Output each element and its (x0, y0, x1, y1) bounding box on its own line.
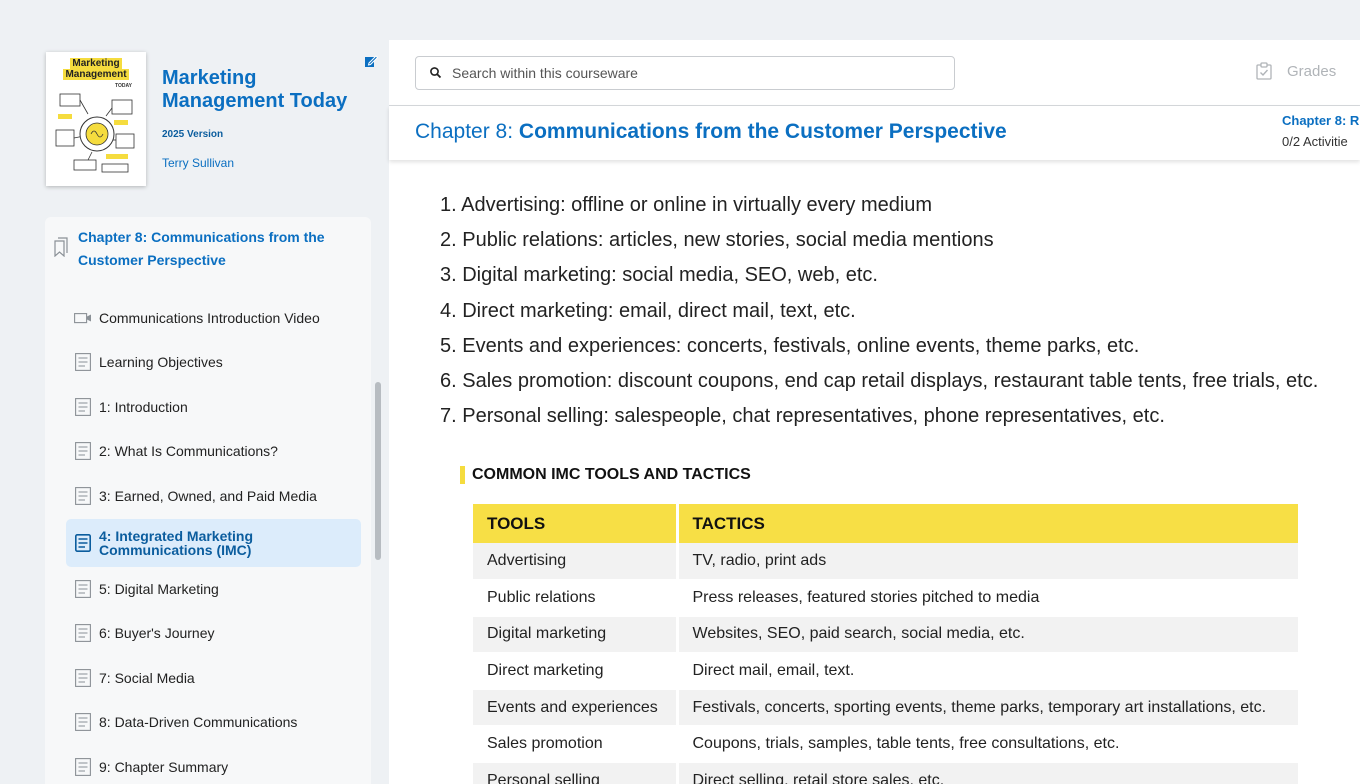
table-header-tactics: TACTICS (677, 504, 1298, 543)
list-item: 4. Direct marketing: email, direct mail,… (440, 299, 856, 322)
table-cell-tool: Events and experiences (473, 689, 679, 727)
table-caption: COMMON IMC TOOLS AND TACTICS (460, 466, 751, 484)
toc-item-label: 6: Buyer's Journey (99, 625, 215, 641)
toc-item-social-media[interactable]: 7: Social Media (66, 660, 361, 696)
document-icon (74, 534, 92, 552)
cover-title-line2: Management (63, 69, 129, 80)
toc-item-digital-marketing[interactable]: 5: Digital Marketing (66, 571, 361, 607)
list-item: 5. Events and experiences: concerts, fes… (440, 334, 1140, 357)
document-icon (74, 442, 92, 460)
toc-item-earned-owned-paid[interactable]: 3: Earned, Owned, and Paid Media (66, 478, 361, 514)
list-item: 7. Personal selling: salespeople, chat r… (440, 405, 1165, 428)
table-cell-tactic: Press releases, featured stories pitched… (677, 579, 1298, 617)
clipboard-check-icon (1256, 62, 1272, 80)
table-cell-tactic: Direct mail, email, text. (677, 652, 1298, 690)
document-icon (74, 713, 92, 731)
document-icon (74, 758, 92, 776)
table-cell-tool: Direct marketing (473, 652, 679, 690)
toc-item-label: 7: Social Media (99, 670, 195, 686)
chapter-heading-title: Communications from the Customer Perspec… (518, 120, 1007, 143)
table-cell-tool: Digital marketing (473, 616, 679, 654)
book-cover-image: Marketing Management TODAY (46, 52, 146, 186)
table-cell-tool: Advertising (473, 543, 679, 581)
table-header-tools: TOOLS (473, 504, 679, 543)
book-title: Marketing Management Today (162, 67, 348, 112)
toc-item-label: 4: Integrated Marketing Communications (… (99, 528, 254, 558)
table-row: Events and experiences Festivals, concer… (473, 689, 1298, 727)
book-version: 2025 Version (162, 129, 224, 140)
reading-content: 1. Advertising: offline or online in vir… (389, 160, 1360, 784)
toc-item-label: 9: Chapter Summary (99, 759, 229, 775)
table-of-contents: Chapter 8: Communications from the Custo… (45, 217, 371, 784)
toc-item-introduction[interactable]: 1: Introduction (66, 389, 361, 425)
document-icon (74, 487, 92, 505)
main-panel: Grades Chapter 8: Communications from th… (389, 40, 1360, 784)
search-box[interactable] (415, 56, 955, 90)
toc-item-learning-objectives[interactable]: Learning Objectives (66, 344, 361, 380)
document-icon (74, 398, 92, 416)
list-item: 1. Advertising: offline or online in vir… (440, 194, 933, 216)
list-item: 6. Sales promotion: discount coupons, en… (440, 370, 1319, 393)
chapter-header-bar: Chapter 8: Communications from the Custo… (389, 106, 1360, 160)
search-icon (430, 67, 442, 79)
grades-label: Grades (1287, 62, 1337, 80)
table-cell-tactic: Coupons, trials, samples, table tents, f… (677, 725, 1298, 764)
toc-chapter-title[interactable]: Chapter 8: Communications from the Custo… (78, 226, 338, 272)
table-row: Advertising TV, radio, print ads (473, 543, 1298, 581)
table-cell-tool: Sales promotion (473, 725, 679, 764)
document-icon (74, 669, 92, 687)
toc-item-intro-video[interactable]: Communications Introduction Video (66, 300, 361, 336)
toc-item-imc-active[interactable]: 4: Integrated Marketing Communications (… (66, 519, 361, 567)
table-cell-tactic: Direct selling, retail store sales, etc. (677, 762, 1298, 784)
sidebar: Marketing Management TODAY Marketing Man… (0, 0, 389, 784)
bookmark-icon (54, 237, 68, 257)
video-icon (74, 309, 92, 327)
table-cell-tactic: TV, radio, print ads (677, 543, 1298, 581)
table-cell-tool: Personal selling (473, 762, 679, 784)
toc-item-label: Learning Objectives (99, 354, 223, 370)
toc-scrollbar[interactable] (375, 382, 381, 560)
toc-item-chapter-summary[interactable]: 9: Chapter Summary (66, 749, 361, 784)
document-icon (74, 353, 92, 371)
table-row: Sales promotion Coupons, trials, samples… (473, 725, 1298, 764)
grades-button[interactable]: Grades (1255, 62, 1336, 80)
document-icon (74, 624, 92, 642)
cover-subtitle: TODAY (115, 83, 132, 89)
table-row: Direct marketing Direct mail, email, tex… (473, 652, 1298, 690)
edit-icon[interactable] (364, 54, 378, 68)
chapter-progress-title[interactable]: Chapter 8: R (1282, 113, 1359, 128)
toc-item-buyers-journey[interactable]: 6: Buyer's Journey (66, 615, 361, 651)
toc-item-label: 3: Earned, Owned, and Paid Media (99, 488, 317, 504)
caption-accent-bar (460, 466, 465, 484)
table-cell-tactic: Websites, SEO, paid search, social media… (677, 616, 1298, 654)
cover-illustration-icon (55, 93, 135, 173)
table-caption-text: COMMON IMC TOOLS AND TACTICS (472, 466, 751, 483)
toc-item-label: 8: Data-Driven Communications (99, 714, 298, 730)
table-row: Personal selling Direct selling, retail … (473, 762, 1298, 784)
chapter-progress-count: 0/2 Activitie (1282, 134, 1348, 149)
chapter-heading-prefix: Chapter 8: (415, 120, 519, 143)
table-cell-tool: Public relations (473, 579, 679, 617)
table-cell-tactic: Festivals, concerts, sporting events, th… (677, 689, 1298, 727)
toc-item-label: 1: Introduction (99, 399, 188, 415)
toc-item-label: Communications Introduction Video (99, 310, 320, 326)
imc-tools-table: TOOLS TACTICS Advertising TV, radio, pri… (473, 504, 1298, 784)
toc-item-label: 2: What Is Communications? (99, 443, 278, 459)
search-input[interactable] (452, 65, 932, 81)
list-item: 2. Public relations: articles, new stori… (440, 229, 994, 252)
cover-title-line1: Marketing (70, 58, 122, 69)
toc-item-label: 5: Digital Marketing (99, 581, 219, 597)
toc-item-data-driven[interactable]: 8: Data-Driven Communications (66, 704, 361, 740)
imc-tools-list: 1. Advertising: offline or online in vir… (440, 188, 1318, 434)
table-row: Digital marketing Websites, SEO, paid se… (473, 616, 1298, 654)
top-bar: Grades (389, 40, 1360, 106)
book-author[interactable]: Terry Sullivan (162, 156, 234, 170)
list-item: 3. Digital marketing: social media, SEO,… (440, 264, 878, 287)
toc-item-what-is-communications[interactable]: 2: What Is Communications? (66, 433, 361, 469)
table-row: Public relations Press releases, feature… (473, 579, 1298, 617)
chapter-heading: Chapter 8: Communications from the Custo… (415, 120, 1007, 144)
document-icon (74, 580, 92, 598)
